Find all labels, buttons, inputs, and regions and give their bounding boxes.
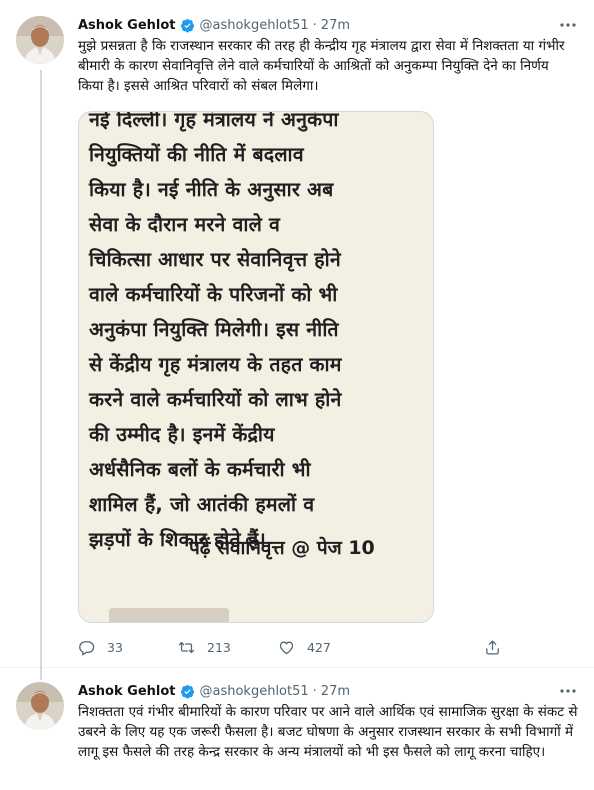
clipping-continued-reference: पढ़ें सेवानिवृत्त @ पेज 10 (189, 537, 375, 559)
like-count: 427 (307, 639, 331, 655)
more-dots-icon[interactable] (558, 681, 578, 701)
timestamp[interactable]: 27m (321, 18, 350, 33)
avatar[interactable] (16, 16, 64, 64)
clipping-line: अर्धसैनिक बलों के कर्मचारी भी (89, 458, 311, 481)
newspaper-clipping: नई दिल्ली। गृह मंत्रालय ने अनुकंपा नियुक… (89, 111, 429, 557)
clipping-line: शामिल हैं, जो आतंकी हमलों व (89, 493, 315, 516)
clipping-line: की उम्मीद है। इनमें केंद्रीय (89, 423, 275, 446)
clipping-line: किया है। नई नीति के अनुसार अब (89, 178, 334, 201)
share-button[interactable] (484, 639, 501, 656)
reply-bubble-icon (79, 640, 95, 656)
clipping-line: नियुक्तियों की नीति में बदलाव (89, 143, 304, 166)
verified-badge-icon (180, 684, 194, 698)
tweet-actions: 33 213 427 (78, 636, 518, 658)
clipping-line: से केंद्रीय गृह मंत्रालय के तहत काम (89, 353, 342, 376)
clipping-line: सेवा के दौरान मरने वाले व (89, 213, 281, 236)
verified-badge-icon (180, 18, 194, 32)
tweet-1[interactable]: Ashok Gehlot @ashokgehlot51 · 27m मुझे प… (0, 0, 594, 680)
author-name[interactable]: Ashok Gehlot (78, 18, 176, 33)
tweet-2[interactable]: Ashok Gehlot @ashokgehlot51 · 27m निशक्त… (0, 668, 594, 790)
separator-dot: · (312, 683, 317, 699)
retweet-button[interactable]: 213 (178, 639, 231, 656)
reply-count: 33 (107, 639, 123, 655)
clipping-line: वाले कर्मचारियों के परिजनों को भी (89, 283, 338, 306)
avatar[interactable] (16, 682, 64, 730)
like-button[interactable]: 427 (278, 639, 331, 656)
tweet-text: निशक्तता एवं गंभीर बीमारियों के कारण परि… (78, 704, 578, 760)
clipping-line: चिकित्सा आधार पर सेवानिवृत्त होने (89, 248, 341, 271)
retweet-arrows-icon (178, 641, 195, 653)
reply-button[interactable]: 33 (78, 639, 123, 656)
clipping-next-headline-fragment (109, 608, 229, 622)
timestamp[interactable]: 27m (321, 684, 350, 699)
author-name[interactable]: Ashok Gehlot (78, 684, 176, 699)
clipping-line: अनुकंपा नियुक्ति मिलेगी। इस नीति (89, 318, 339, 341)
separator-dot: · (312, 17, 317, 33)
thread-connector-line (40, 70, 42, 680)
clipping-line: नई दिल्ली। गृह मंत्रालय ने अनुकंपा (89, 111, 339, 131)
tweet-header: Ashok Gehlot @ashokgehlot51 · 27m (78, 15, 550, 35)
tweet-text: मुझे प्रसन्नता है कि राजस्थान सरकार की त… (78, 38, 565, 94)
clipping-line: करने वाले कर्मचारियों को लाभ होने (89, 388, 342, 411)
more-dots-icon[interactable] (558, 15, 578, 35)
author-handle[interactable]: @ashokgehlot51 (200, 18, 309, 33)
author-handle[interactable]: @ashokgehlot51 (200, 684, 309, 699)
retweet-count: 213 (207, 639, 231, 655)
heart-icon (279, 641, 294, 654)
share-upload-icon (486, 639, 499, 655)
tweet-image[interactable]: नई दिल्ली। गृह मंत्रालय ने अनुकंपा नियुक… (78, 111, 434, 623)
tweet-header: Ashok Gehlot @ashokgehlot51 · 27m (78, 681, 550, 701)
